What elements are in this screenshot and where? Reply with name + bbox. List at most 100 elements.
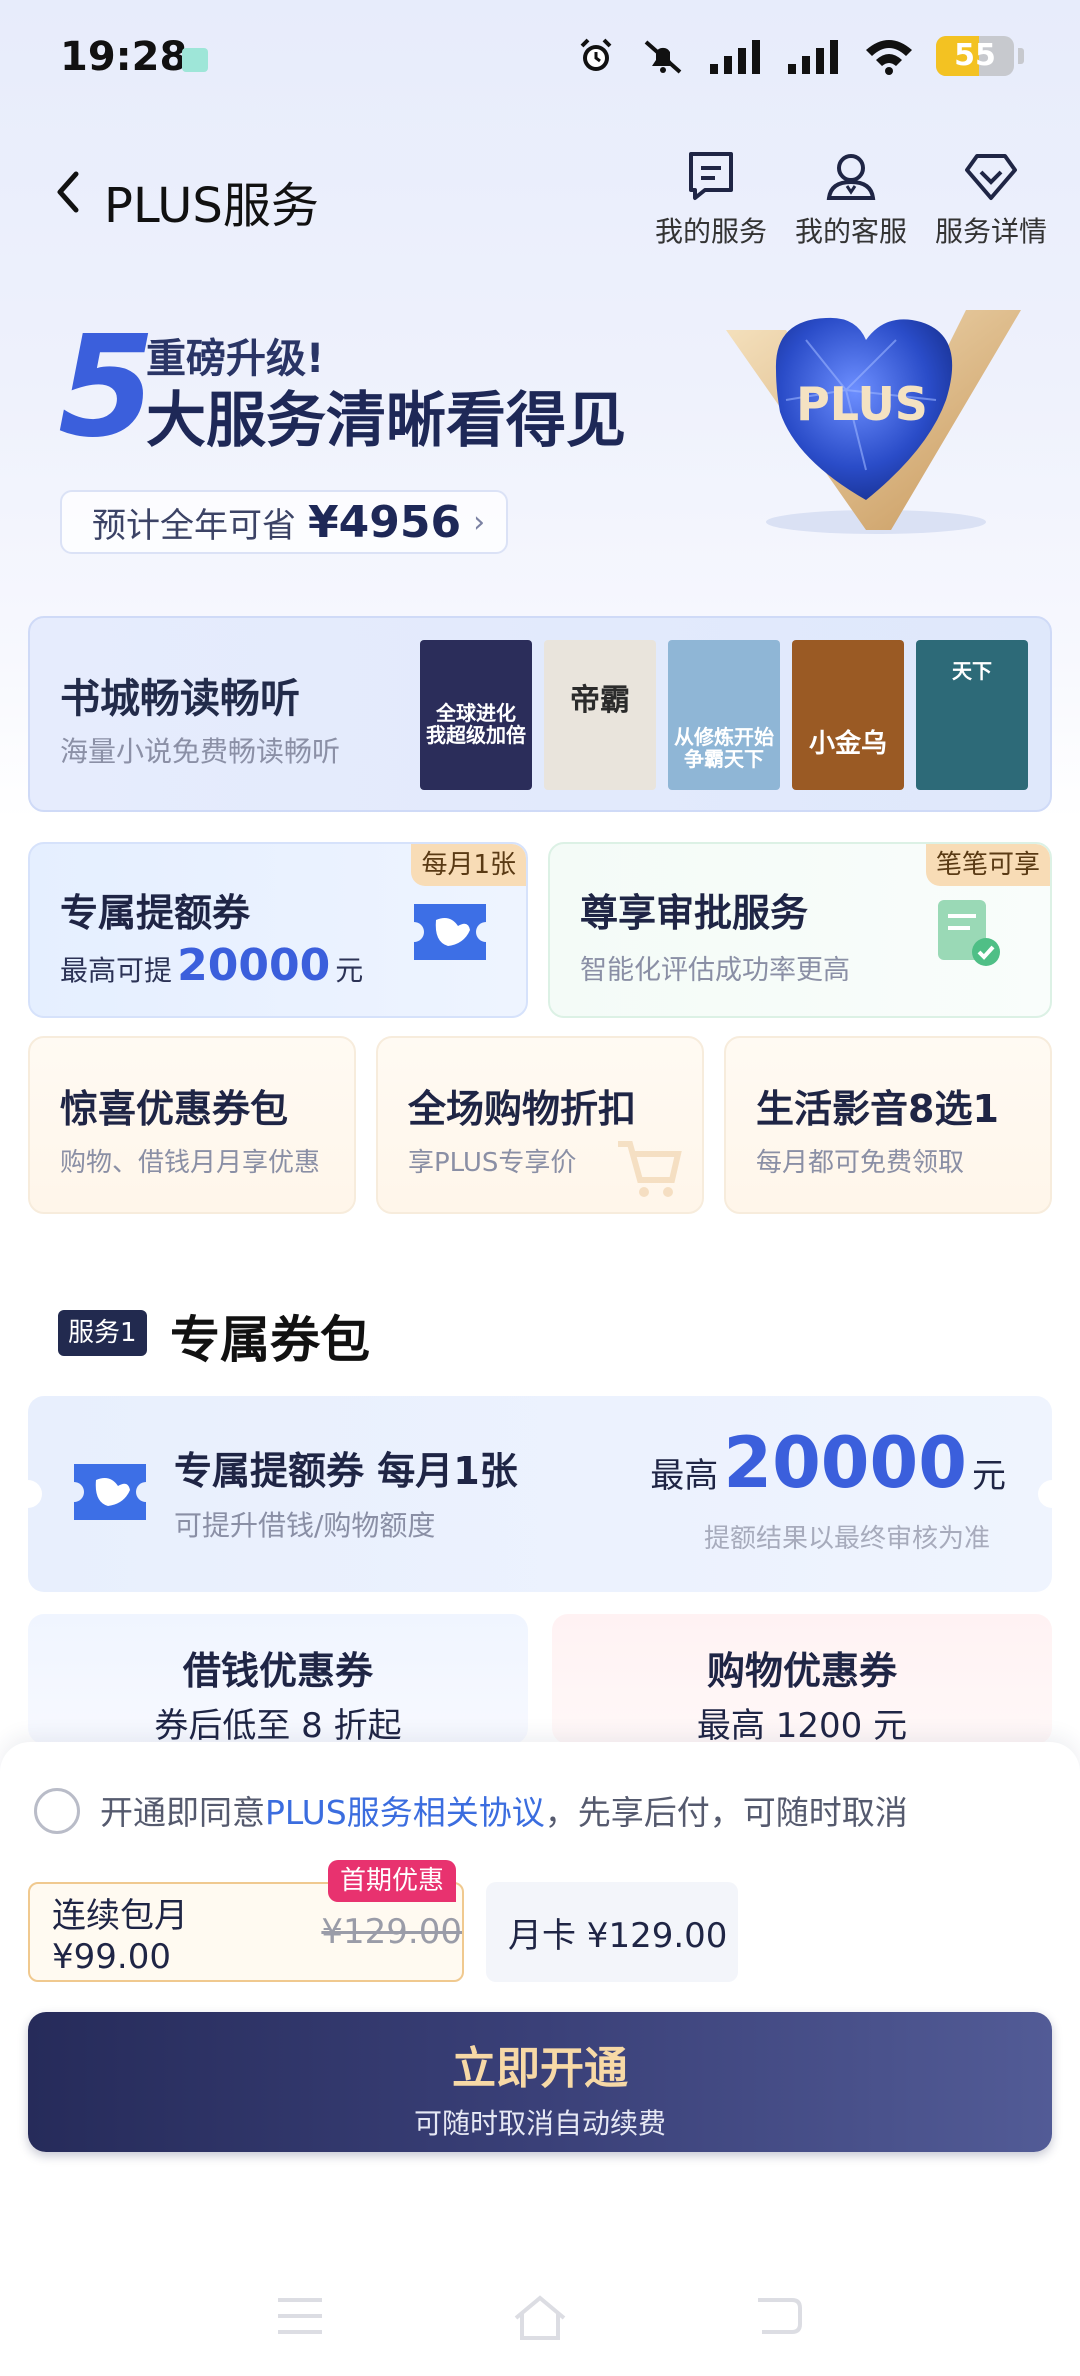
battery-level: 55 (954, 38, 996, 73)
menu-icon[interactable] (274, 2294, 326, 2338)
book-cover[interactable]: 全球进化 我超级加倍 (420, 640, 532, 790)
document-icon (689, 152, 733, 200)
shopping-voucher-subtitle: 最高 1200 元 (696, 1706, 908, 1744)
every-loan-tag: 笔笔可享 (925, 844, 1050, 886)
activate-button-label: 立即开通 (452, 2043, 628, 2094)
ticket-icon (414, 904, 486, 960)
agreement-link[interactable]: PLUS服务相关协议 (265, 1793, 545, 1832)
loan-voucher-title: 借钱优惠券 (182, 1649, 373, 1693)
status-bar: 19:28 55 (0, 0, 1080, 120)
alarm-icon (580, 38, 612, 71)
shopping-discount-card[interactable]: 全场购物折扣 享PLUS专享价 (376, 1036, 704, 1214)
book-card-subtitle: 海量小说免费畅读畅听 (60, 735, 341, 768)
monthly-tag: 每月1张 (411, 844, 526, 886)
agreement-suffix: ，先享后付，可随时取消 (544, 1793, 908, 1832)
signal-icon-2 (788, 40, 838, 74)
agreement-text: 开通即同意PLUS服务相关协议，先享后付，可随时取消 (100, 1786, 908, 1834)
my-services-button[interactable]: 我的服务 (652, 148, 770, 250)
diamond-icon (965, 154, 1017, 200)
book-title: 帝霸 (570, 683, 630, 718)
approval-document-icon (938, 900, 1000, 966)
approval-card-subtitle: 智能化评估成功率更高 (580, 955, 850, 986)
media-choice-card[interactable]: 生活影音8选1 每月都可免费领取 (724, 1036, 1052, 1214)
battery-cap (1018, 48, 1024, 64)
quota-card-title: 专属提额券 (60, 891, 251, 935)
book-cover[interactable]: 天下 (916, 640, 1028, 790)
quota-prefix: 最高可提 (60, 954, 173, 987)
activate-now-button[interactable]: 立即开通 可随时取消自动续费 (28, 2012, 1052, 2152)
service-details-label: 服务详情 (934, 215, 1047, 248)
approval-card-title: 尊享审批服务 (580, 891, 809, 935)
coupon-amount: 20000 (723, 1422, 967, 1504)
quota-unit: 元 (335, 954, 364, 987)
system-nav-bar (0, 2256, 1080, 2376)
coupon-banner-amount-row: 最高 20000 元 (650, 1422, 1006, 1504)
approval-card[interactable]: 尊享审批服务 智能化评估成功率更高 笔笔可享 (548, 842, 1052, 1018)
plus-badge-icon: PLUS (726, 310, 1021, 534)
savings-label: 预计全年可省 (92, 505, 296, 546)
my-support-label: 我的客服 (794, 215, 907, 248)
coupon-pack-subtitle: 购物、借钱月月享优惠 (60, 1148, 321, 1178)
coupon-banner-title: 专属提额券 每月1张 (174, 1449, 518, 1493)
book-title: 小金乌 (808, 729, 887, 759)
coupon-notch-right (1038, 1480, 1066, 1508)
coupon-amount-prefix: 最高 (650, 1456, 719, 1496)
book-cover[interactable]: 帝霸 (544, 640, 656, 790)
notification-icon (182, 48, 208, 72)
back-icon[interactable] (752, 2294, 804, 2338)
ticket-icon (74, 1464, 146, 1520)
mute-icon (644, 40, 682, 74)
section-badge: 服务1 (58, 1310, 147, 1356)
shopping-discount-title: 全场购物折扣 (408, 1087, 637, 1131)
coupon-amount-unit: 元 (972, 1456, 1006, 1496)
battery-icon: 55 (936, 36, 1014, 76)
promo-headline: 大服务清晰看得见 (146, 386, 626, 456)
media-choice-subtitle: 每月都可免费领取 (756, 1148, 965, 1178)
book-title: 天下 (952, 659, 992, 683)
coupon-banner-subtitle: 可提升借钱/购物额度 (174, 1509, 436, 1542)
exclusive-coupon-banner[interactable]: 专属提额券 每月1张 可提升借钱/购物额度 最高 20000 元 提额结果以最终… (14, 1396, 1066, 1592)
book-cover[interactable]: 小金乌 (792, 640, 904, 790)
coupon-pack-card[interactable]: 惊喜优惠券包 购物、借钱月月享优惠 (28, 1036, 356, 1214)
book-title: 从修炼开始 争霸天下 (674, 725, 774, 771)
shopping-voucher-title: 购物优惠券 (706, 1649, 897, 1693)
coupon-banner-note: 提额结果以最终审核为准 (703, 1524, 990, 1554)
plan-monthly-original-price: ¥129.00 (321, 1912, 462, 1952)
page-title: PLUS服务 (104, 178, 319, 234)
wifi-icon (866, 40, 912, 75)
book-card-title: 书城畅读畅听 (60, 676, 300, 722)
loan-voucher-card[interactable]: 借钱优惠券 券后低至 8 折起 (28, 1614, 528, 1744)
book-reading-card[interactable]: 书城畅读畅听 海量小说免费畅读畅听 全球进化 我超级加倍 帝霸 从修炼开始 争霸… (28, 616, 1052, 812)
loan-voucher-subtitle: 券后低至 8 折起 (154, 1706, 402, 1744)
book-cover[interactable]: 从修炼开始 争霸天下 (668, 640, 780, 790)
coupon-pack-title: 惊喜优惠券包 (60, 1087, 289, 1131)
home-icon[interactable] (510, 2294, 570, 2342)
service-details-button[interactable]: 服务详情 (932, 148, 1050, 250)
book-title: 全球进化 我超级加倍 (426, 701, 526, 747)
section-title: 专属券包 (170, 1311, 370, 1369)
header-actions: 我的服务 我的客服 服务详情 (652, 148, 1050, 250)
my-services-label: 我的服务 (654, 215, 767, 248)
quota-card-amount-row: 最高可提 20000 元 (60, 940, 363, 991)
back-arrow-icon[interactable] (44, 164, 94, 220)
signal-icon (710, 40, 760, 74)
plan-monthly-card[interactable]: 月卡 ¥129.00 (486, 1882, 738, 1982)
savings-amount: ¥4956 (308, 496, 462, 548)
shopping-cart-icon (618, 1141, 682, 1197)
status-icons: 55 (576, 36, 1024, 76)
shopping-voucher-card[interactable]: 购物优惠券 最高 1200 元 (552, 1614, 1052, 1744)
savings-pill[interactable]: 预计全年可省 ¥4956 › (60, 490, 508, 554)
plan-card-label: 月卡 ¥129.00 (508, 1915, 728, 1956)
page-header: PLUS服务 我的服务 我的客服 服务详情 (0, 140, 1080, 260)
chevron-right-icon: › (473, 504, 486, 540)
plan-monthly-label: 连续包月 ¥99.00 (52, 1895, 188, 1977)
coupon-notch-left (14, 1480, 42, 1508)
activate-button-sublabel: 可随时取消自动续费 (413, 2107, 666, 2140)
my-support-button[interactable]: 我的客服 (792, 148, 910, 250)
quota-amount: 20000 (177, 940, 331, 991)
agreement-radio[interactable] (34, 1788, 80, 1834)
quota-card[interactable]: 专属提额券 最高可提 20000 元 每月1张 (28, 842, 528, 1018)
promo-number: 5 (58, 306, 156, 469)
agreement-prefix: 开通即同意 (100, 1793, 265, 1832)
plus-badge-text: PLUS (796, 377, 928, 431)
